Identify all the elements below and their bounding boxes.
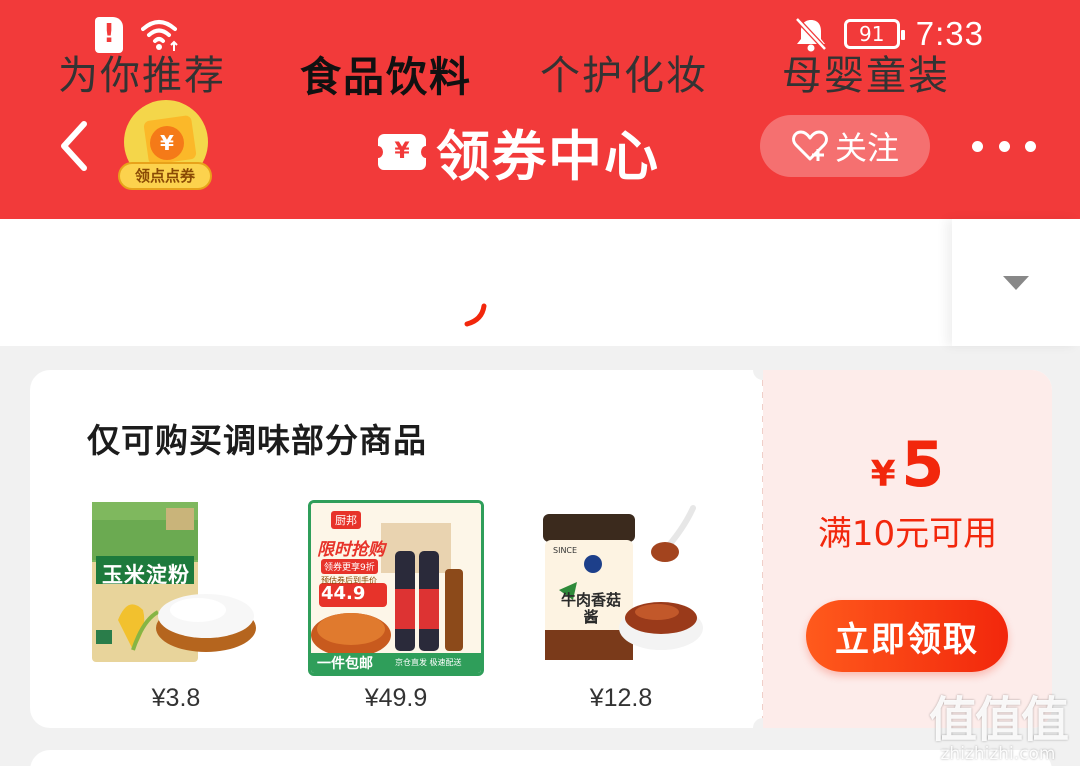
badge-label: 领点点券 (118, 162, 212, 190)
tab-recommend[interactable]: 为你推荐 (58, 43, 226, 101)
product-name-label: 玉米淀粉 (102, 563, 190, 587)
yen-coin-icon: ¥ (150, 126, 184, 160)
more-dot-icon (998, 140, 1010, 152)
product-name-label: 牛肉香菇酱 (560, 591, 621, 626)
category-tabs (0, 219, 1080, 346)
follow-label: 关注 (834, 129, 899, 167)
coupon-value-area: ¥ 5 满10元可用 立即领取 (763, 370, 1052, 728)
tab-food-drink[interactable]: 食品饮料 (300, 43, 472, 103)
top-header: 91 7:33 ¥ 领点点券 ¥ 领券中心 关注 (0, 0, 1080, 219)
shipping-tag: 京仓直发 极速配送 (395, 658, 462, 667)
product-image-soy-sauce: 厨邦 限时抢购 领券更享9折 预估券后到手价 44.9 一件包邮 京仓直发 极速… (308, 500, 484, 676)
chevron-down-icon (1003, 275, 1029, 290)
back-arrow-icon[interactable] (52, 116, 98, 176)
follow-button[interactable]: 关注 (760, 115, 930, 177)
product-item[interactable]: 厨邦 限时抢购 领券更享9折 预估券后到手价 44.9 一件包邮 京仓直发 极速… (308, 500, 484, 713)
active-tab-indicator (464, 303, 487, 327)
watermark-logo: 值值值 (928, 692, 1069, 748)
more-dot-icon (972, 140, 983, 152)
promo-sub: 领券更享9折 (321, 559, 378, 574)
tab-expand-button[interactable] (952, 219, 1080, 346)
beef-sauce-illustration (533, 500, 709, 676)
more-dot-icon (1025, 140, 1036, 152)
more-menu-button[interactable] (972, 126, 1036, 166)
brand-logo: 厨邦 (331, 511, 361, 529)
product-price: ¥49.9 (364, 684, 428, 712)
product-image-corn-starch: 玉米淀粉 (88, 500, 264, 676)
product-image-beef-sauce: SINCE 牛肉香菇酱 (533, 500, 709, 676)
page-title: 领券中心 (436, 125, 660, 188)
brand-since-label: SINCE (553, 546, 578, 555)
tab-baby-kids[interactable]: 母婴童装 (782, 43, 950, 101)
coupon-condition: 满10元可用 (817, 514, 998, 554)
claim-coupon-button[interactable]: 立即领取 (806, 600, 1008, 672)
page-title-wrap: ¥ 领券中心 (373, 112, 660, 191)
coupon-title: 仅可购买调味部分商品 (87, 421, 427, 460)
product-price: ¥3.8 (151, 684, 201, 712)
coupon-card[interactable]: 仅可购买调味部分商品 玉米淀粉 ¥3.8 厨邦 限时抢购 领券更享9折 预估券后… (30, 370, 1052, 728)
currency-symbol: ¥ (870, 454, 896, 495)
ticket-icon: ¥ (373, 133, 431, 170)
heart-plus-icon (792, 130, 828, 161)
free-shipping-banner: 一件包邮 (317, 656, 373, 672)
watermark-domain: zhizhizhi.com (940, 744, 1056, 764)
next-coupon-card[interactable] (30, 750, 1052, 766)
product-price: ¥12.8 (589, 684, 653, 712)
coupon-amount: ¥ 5 (763, 428, 1052, 501)
tab-personal-care[interactable]: 个护化妆 (540, 43, 708, 101)
promo-price: 44.9 (321, 583, 366, 604)
coupon-points-badge[interactable]: ¥ 领点点券 (118, 100, 212, 194)
promo-flash-sale: 限时抢购 (317, 540, 385, 560)
coupon-products-area: 仅可购买调味部分商品 玉米淀粉 ¥3.8 厨邦 限时抢购 领券更享9折 预估券后… (30, 370, 763, 728)
product-item[interactable]: SINCE 牛肉香菇酱 ¥12.8 (533, 500, 709, 713)
site-watermark: 值值值 zhizhizhi.com (928, 680, 1069, 764)
coupon-value: 5 (901, 428, 945, 501)
product-item[interactable]: 玉米淀粉 ¥3.8 (88, 500, 264, 713)
